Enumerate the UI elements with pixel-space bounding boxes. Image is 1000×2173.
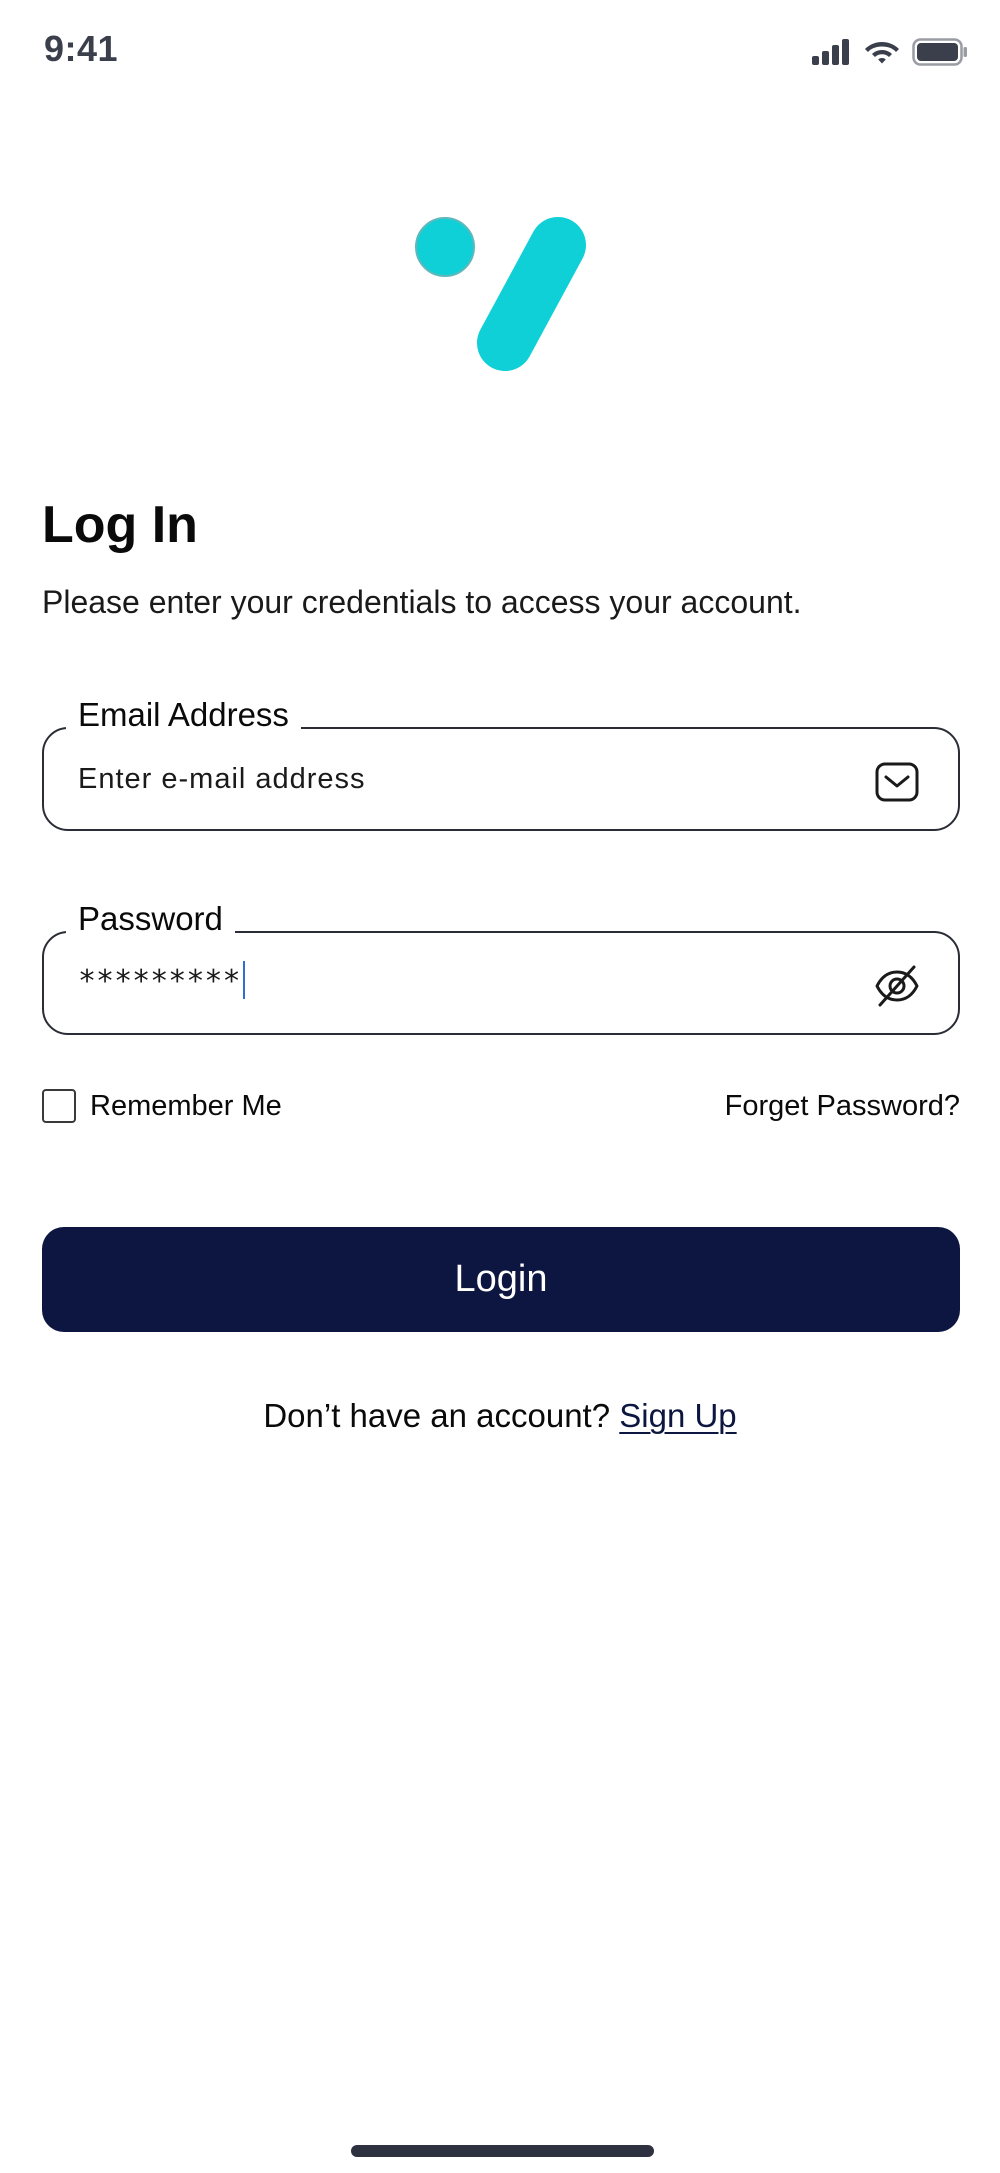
email-field[interactable]: Email Address Enter e-mail address [42,695,960,831]
login-button[interactable]: Login [42,1227,960,1332]
forgot-password-link[interactable]: Forget Password? [725,1088,960,1124]
remember-me[interactable]: Remember Me [42,1088,282,1124]
password-input[interactable]: ********* [78,961,246,1002]
app-logo [415,217,586,371]
signup-row: Don’t have an account? Sign Up [0,1396,1000,1436]
status-bar: 9:41 [0,0,1000,104]
wifi-icon [865,42,899,64]
page-subtitle: Please enter your credentials to access … [42,584,802,620]
password-field-label: Password [66,899,235,939]
eye-off-icon[interactable] [874,963,920,1009]
status-time: 9:41 [44,28,119,69]
password-field[interactable]: Password ********* [42,899,960,1035]
home-indicator [351,2145,654,2157]
remember-me-checkbox[interactable] [42,1089,76,1123]
page-title: Log In [42,496,198,554]
signup-prompt: Don’t have an account? [263,1397,620,1434]
text-caret [242,961,246,999]
email-input-placeholder[interactable]: Enter e-mail address [78,759,366,799]
status-icons [812,36,968,68]
envelope-icon [875,762,919,802]
email-field-label: Email Address [66,695,301,735]
cellular-signal-icon [812,39,849,65]
remember-me-label[interactable]: Remember Me [90,1090,282,1123]
password-input-value: ********* [78,964,241,999]
signup-link[interactable]: Sign Up [619,1397,736,1434]
battery-icon [912,38,967,66]
